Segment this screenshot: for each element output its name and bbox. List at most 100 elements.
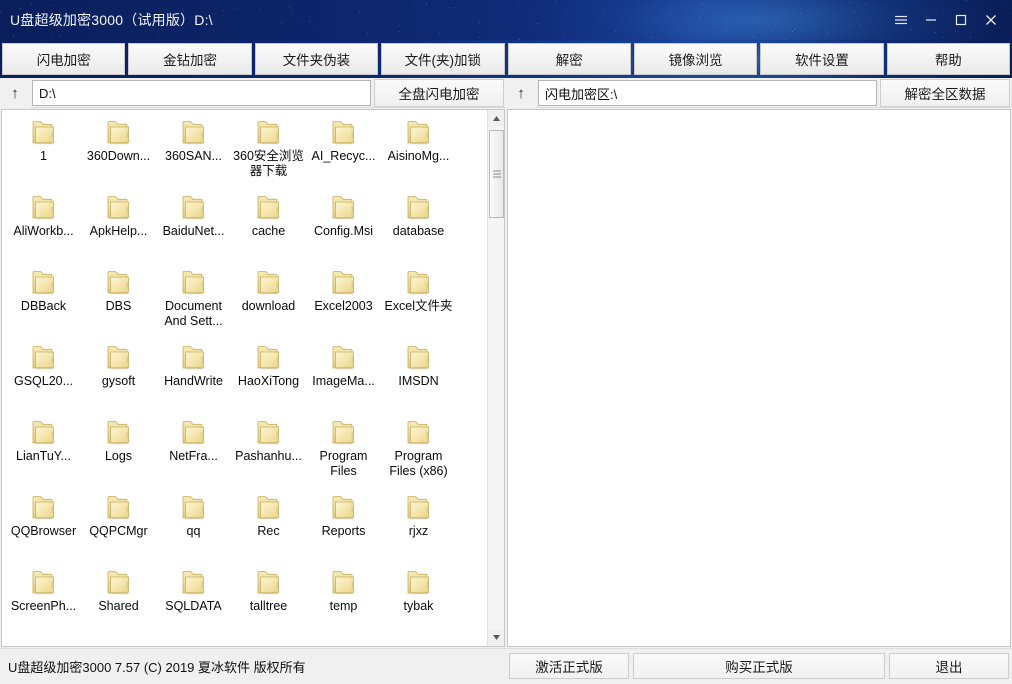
file-item[interactable]: BaiduNet... (156, 191, 231, 266)
file-item[interactable]: temp (306, 566, 381, 641)
tab-4[interactable]: 解密 (507, 43, 631, 75)
file-item[interactable]: Document And Sett... (156, 266, 231, 341)
close-icon[interactable] (976, 5, 1006, 35)
file-item[interactable]: HaoXiTong (231, 341, 306, 416)
menu-icon[interactable] (886, 5, 916, 35)
minimize-icon[interactable] (916, 5, 946, 35)
file-item[interactable]: NetFra... (156, 416, 231, 491)
path-input-left[interactable]: D:\ (32, 80, 371, 106)
up-directory-button-right[interactable]: ↑ (506, 78, 536, 108)
file-item[interactable]: DBBack (6, 266, 81, 341)
file-item[interactable]: Config.Msi (306, 191, 381, 266)
file-item-label: Program Files (319, 449, 368, 478)
file-item[interactable]: cache (231, 191, 306, 266)
file-item[interactable]: 360SAN... (156, 116, 231, 191)
file-item[interactable]: QQBrowser (6, 491, 81, 566)
scroll-down-arrow-icon[interactable] (488, 629, 504, 646)
file-item[interactable]: IMSDN (381, 341, 456, 416)
encrypted-zone-file-grid[interactable] (508, 110, 992, 646)
file-item-label: HaoXiTong (237, 374, 300, 388)
file-item[interactable]: QQPCMgr (81, 491, 156, 566)
tab-6[interactable]: 软件设置 (760, 43, 884, 75)
file-item[interactable]: Program Files (x86) (381, 416, 456, 491)
file-item[interactable]: ImageMa... (306, 341, 381, 416)
file-item-label: DBS (105, 299, 132, 313)
right-encrypted-zone-pane[interactable] (507, 109, 1011, 647)
file-item[interactable]: talltree (231, 566, 306, 641)
file-item[interactable]: database (381, 191, 456, 266)
file-item[interactable]: ApkHelp... (81, 191, 156, 266)
tab-7[interactable]: 帮助 (886, 43, 1010, 75)
folder-icon (107, 121, 130, 145)
activate-button[interactable]: 激活正式版 (509, 653, 629, 679)
file-item[interactable]: Excel2003 (306, 266, 381, 341)
file-item[interactable]: 1 (6, 116, 81, 191)
file-item[interactable]: AisinoMg... (381, 116, 456, 191)
folder-icon (32, 421, 55, 445)
tab-0[interactable]: 闪电加密 (2, 43, 126, 75)
buy-button[interactable]: 购买正式版 (633, 653, 885, 679)
file-item-label: ApkHelp... (89, 224, 148, 238)
vertical-scrollbar[interactable] (487, 110, 504, 646)
scrollbar-thumb[interactable] (489, 130, 504, 218)
file-item[interactable]: AI_Recyc... (306, 116, 381, 191)
folder-icon (407, 346, 430, 370)
file-item-label: IMSDN (398, 374, 439, 388)
left-file-pane[interactable]: 1 360Down... 360SAN... 360安全浏览器下载 AI_Recyc..… (1, 109, 505, 647)
file-item-label: 360SAN... (165, 149, 222, 163)
folder-icon (407, 196, 430, 220)
scroll-up-arrow-icon[interactable] (488, 110, 504, 127)
file-item[interactable]: 360安全浏览器下载 (231, 116, 306, 191)
file-item[interactable]: GSQL20... (6, 341, 81, 416)
file-item[interactable]: LianTuY... (6, 416, 81, 491)
file-item[interactable]: DBS (81, 266, 156, 341)
file-item[interactable]: qq (156, 491, 231, 566)
file-item[interactable]: SQLDATA (156, 566, 231, 641)
file-item[interactable]: ScreenPh... (6, 566, 81, 641)
file-item[interactable]: AliWorkb... (6, 191, 81, 266)
decrypt-zone-data-button[interactable]: 解密全区数据 (880, 79, 1010, 107)
file-item[interactable]: Pashanhu... (231, 416, 306, 491)
file-item-label: database (392, 224, 445, 238)
file-item-label: Program Files (x86) (389, 449, 448, 478)
tab-3[interactable]: 文件(夹)加锁 (381, 43, 505, 75)
folder-icon (407, 271, 430, 295)
application-window: U盘超级加密3000（试用版）D:\ 闪电加密 金钻加密 文件夹伪装 文件(夹)加锁解… (0, 0, 1012, 684)
folder-icon (32, 571, 55, 595)
file-item[interactable]: gysoft (81, 341, 156, 416)
folder-icon (182, 421, 205, 445)
up-directory-button-left[interactable]: ↑ (0, 78, 30, 108)
file-item[interactable]: Reports (306, 491, 381, 566)
tab-1[interactable]: 金钻加密 (128, 43, 252, 75)
scrollbar-track[interactable] (488, 127, 504, 629)
file-item[interactable]: Program Files (306, 416, 381, 491)
file-item-label: NetFra... (169, 449, 218, 463)
folder-icon (332, 271, 355, 295)
file-item-label: gysoft (101, 374, 136, 388)
folder-icon (257, 196, 280, 220)
exit-button[interactable]: 退出 (889, 653, 1009, 679)
tab-5[interactable]: 镜像浏览 (633, 43, 758, 75)
file-item[interactable]: Logs (81, 416, 156, 491)
up-arrow-icon-left: ↑ (11, 84, 19, 102)
file-item-label: LianTuY... (16, 449, 71, 463)
file-item-label: qq (186, 524, 201, 538)
file-grid[interactable]: 1 360Down... 360SAN... 360安全浏览器下载 AI_Recyc..… (2, 110, 486, 646)
maximize-icon[interactable] (946, 5, 976, 35)
file-item-label: 360安全浏览器下载 (233, 149, 304, 178)
path-input-right[interactable]: 闪电加密区:\ (538, 80, 877, 106)
file-item-label: Shared (98, 599, 139, 613)
navigation-bar: ↑ D:\ 全盘闪电加密 ↑ 闪电加密区:\ 解密全区数据 (0, 78, 1012, 108)
folder-icon (332, 571, 355, 595)
file-item[interactable]: tybak (381, 566, 456, 641)
file-item[interactable]: Shared (81, 566, 156, 641)
encrypt-whole-disk-button[interactable]: 全盘闪电加密 (374, 79, 504, 107)
file-item[interactable]: Rec (231, 491, 306, 566)
file-item[interactable]: 360Down... (81, 116, 156, 191)
file-item[interactable]: rjxz (381, 491, 456, 566)
file-item[interactable]: download (231, 266, 306, 341)
file-item[interactable]: Excel文件夹 (381, 266, 456, 341)
tab-2[interactable]: 文件夹伪装 (254, 43, 379, 75)
scrollbar-grip-icon (492, 170, 501, 178)
file-item[interactable]: HandWrite (156, 341, 231, 416)
